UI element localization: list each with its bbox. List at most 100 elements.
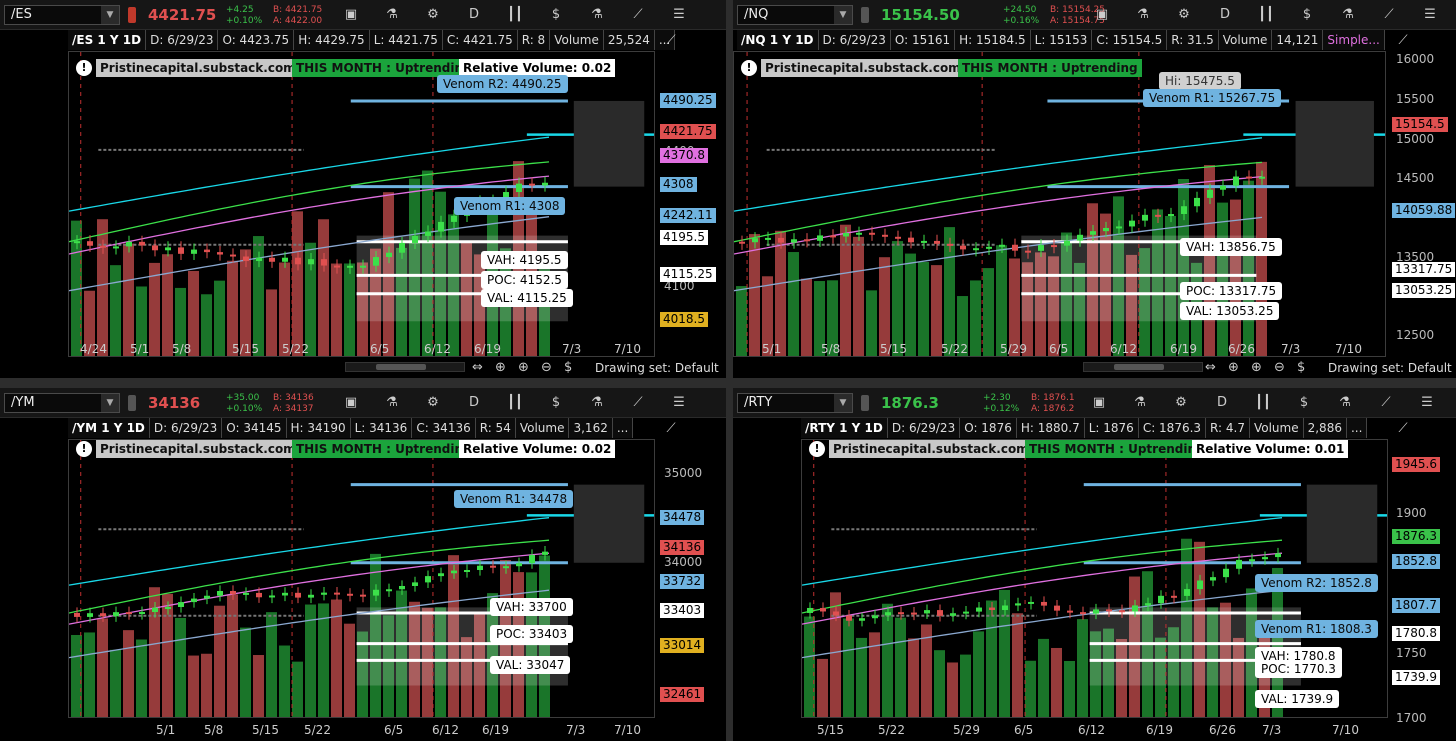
draw-tool-icon[interactable]: ⟋ xyxy=(1392,32,1414,50)
header-extra[interactable]: ... xyxy=(1347,418,1368,438)
volume-bar xyxy=(908,638,919,717)
flask-icon[interactable]: ⚗ xyxy=(381,6,403,24)
candle-body xyxy=(87,241,93,246)
flask-icon[interactable]: ⚗ xyxy=(1129,394,1151,412)
chevron-down-icon[interactable]: ▼ xyxy=(834,394,852,412)
price-chart[interactable] xyxy=(733,51,1386,357)
dollar-icon[interactable]: $ xyxy=(545,6,567,24)
d-icon[interactable]: D xyxy=(1214,6,1236,24)
zoom-in-icon[interactable]: ⊕ xyxy=(518,360,529,375)
dollar-icon[interactable]: $ xyxy=(1293,394,1315,412)
menu-icon[interactable]: ☰ xyxy=(668,394,690,412)
x-axis-tick: 6/12 xyxy=(424,342,451,356)
y-axis-tick: 15000 xyxy=(1396,132,1435,146)
dollar-icon[interactable]: $ xyxy=(1296,6,1318,24)
candle-icon[interactable]: ┃┃ xyxy=(1255,6,1277,24)
symbol-selector[interactable]: /NQ ▼ xyxy=(737,5,853,25)
x-axis-tick: 5/15 xyxy=(817,723,844,737)
time-scrollbar[interactable] xyxy=(1083,362,1203,372)
flask-icon[interactable]: ⚗ xyxy=(1132,6,1154,24)
link-icon[interactable] xyxy=(861,395,869,411)
draw-icon[interactable]: ⟋ xyxy=(627,394,649,412)
link-icon[interactable] xyxy=(128,395,136,411)
chart-icon[interactable]: ▣ xyxy=(1091,6,1113,24)
zoom-out-icon[interactable]: ⊖ xyxy=(541,360,552,375)
flask-icon[interactable]: ⚗ xyxy=(586,394,608,412)
candle-body xyxy=(1012,244,1018,251)
gear-icon[interactable]: ⚙ xyxy=(1170,394,1192,412)
symbol-selector[interactable]: /RTY ▼ xyxy=(737,393,853,413)
candle-body xyxy=(308,594,314,598)
drawing-set-label[interactable]: Drawing set: Default xyxy=(1328,361,1452,375)
draw-icon[interactable]: ⟋ xyxy=(627,6,649,24)
zoom-out-icon[interactable]: ⊖ xyxy=(1274,360,1285,375)
gear-icon[interactable]: ⚙ xyxy=(422,394,444,412)
dollar-icon[interactable]: $ xyxy=(564,360,572,375)
alert-icon[interactable]: ! xyxy=(76,441,92,457)
x-axis-tick: 4/24 xyxy=(80,342,107,356)
arrows-icon[interactable]: ⇔ xyxy=(1205,360,1216,375)
y-axis-tick: 34000 xyxy=(664,555,703,569)
x-axis-tick: 7/3 xyxy=(562,342,582,356)
zoom-in-icon[interactable]: ⊕ xyxy=(1251,360,1262,375)
alert-icon[interactable]: ! xyxy=(741,60,757,76)
scrollbar-thumb[interactable] xyxy=(1114,364,1164,370)
scrollbar-thumb[interactable] xyxy=(376,364,426,370)
draw-icon[interactable]: ⟋ xyxy=(1378,6,1400,24)
time-scrollbar[interactable] xyxy=(345,362,465,372)
chevron-down-icon[interactable]: ▼ xyxy=(101,394,119,412)
draw-icon[interactable]: ⟋ xyxy=(1375,394,1397,412)
flask-icon[interactable]: ⚗ xyxy=(586,6,608,24)
price-chart[interactable] xyxy=(68,439,655,718)
volume-bar xyxy=(1025,660,1036,717)
link-icon[interactable] xyxy=(128,7,136,23)
price-tag: 4490.25 xyxy=(660,93,716,108)
candle-icon[interactable]: ┃┃ xyxy=(504,394,526,412)
header-extra[interactable]: ... xyxy=(613,418,634,438)
volume-bar xyxy=(947,662,958,717)
x-axis-tick: 5/22 xyxy=(282,342,309,356)
candle-icon[interactable]: ┃┃ xyxy=(1252,394,1274,412)
candle-body xyxy=(425,576,431,583)
draw-tool-icon[interactable]: ⟋ xyxy=(660,32,682,50)
arrows-icon[interactable]: ⇔ xyxy=(472,360,483,375)
gear-icon[interactable]: ⚙ xyxy=(1173,6,1195,24)
chevron-down-icon[interactable]: ▼ xyxy=(101,6,119,24)
candle-icon[interactable]: ┃┃ xyxy=(504,6,526,24)
candle-body xyxy=(373,257,379,266)
chart-icon[interactable]: ▣ xyxy=(340,394,362,412)
dollar-icon[interactable]: $ xyxy=(545,394,567,412)
menu-icon[interactable]: ☰ xyxy=(1416,394,1438,412)
horizontal-splitter[interactable] xyxy=(0,378,1456,388)
d-icon[interactable]: D xyxy=(463,394,485,412)
dollar-icon[interactable]: $ xyxy=(1297,360,1305,375)
crosshair-icon[interactable]: ⊕ xyxy=(1228,360,1239,375)
link-icon[interactable] xyxy=(861,7,869,23)
symbol-selector[interactable]: /ES ▼ xyxy=(4,5,120,25)
symbol-selector[interactable]: /YM ▼ xyxy=(4,393,120,413)
menu-icon[interactable]: ☰ xyxy=(1419,6,1441,24)
alert-icon[interactable]: ! xyxy=(809,441,825,457)
d-icon[interactable]: D xyxy=(463,6,485,24)
chevron-down-icon[interactable]: ▼ xyxy=(834,6,852,24)
candle-body xyxy=(1116,226,1122,229)
gear-icon[interactable]: ⚙ xyxy=(422,6,444,24)
menu-icon[interactable]: ☰ xyxy=(668,6,690,24)
price-chart[interactable] xyxy=(68,51,655,357)
chart-icon[interactable]: ▣ xyxy=(1088,394,1110,412)
flask-icon[interactable]: ⚗ xyxy=(381,394,403,412)
chart-icon[interactable]: ▣ xyxy=(340,6,362,24)
vertical-splitter[interactable] xyxy=(726,0,733,741)
draw-tool-icon[interactable]: ⟋ xyxy=(1392,420,1414,438)
draw-tool-icon[interactable]: ⟋ xyxy=(660,420,682,438)
flask-icon[interactable]: ⚗ xyxy=(1334,394,1356,412)
candle-body xyxy=(438,573,444,577)
candle-body xyxy=(139,612,145,615)
header-extra[interactable]: Simple... xyxy=(1323,30,1385,50)
drawing-set-label[interactable]: Drawing set: Default xyxy=(595,361,719,375)
crosshair-icon[interactable]: ⊕ xyxy=(495,360,506,375)
candle-body xyxy=(1181,206,1187,215)
flask-icon[interactable]: ⚗ xyxy=(1337,6,1359,24)
alert-icon[interactable]: ! xyxy=(76,60,92,76)
d-icon[interactable]: D xyxy=(1211,394,1233,412)
